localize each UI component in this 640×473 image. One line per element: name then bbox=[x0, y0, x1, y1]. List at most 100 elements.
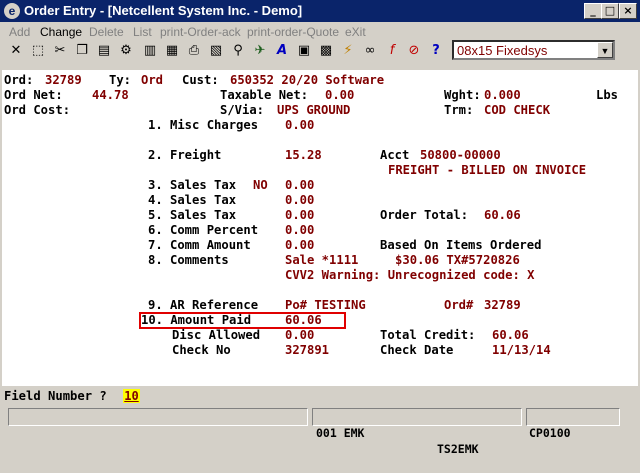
select-icon[interactable]: ⬚ bbox=[28, 41, 48, 61]
menu-delete[interactable]: Delete bbox=[89, 25, 124, 39]
order-entry-window: e Order Entry - [Netcellent System Inc. … bbox=[0, 0, 640, 456]
paste-icon[interactable]: ▤ bbox=[94, 41, 114, 61]
freight-label: 2. Freight bbox=[148, 148, 222, 162]
ar-reference-value[interactable]: Po# TESTING bbox=[285, 298, 366, 312]
sales-tax-5-value[interactable]: 0.00 bbox=[285, 208, 314, 222]
comments-label: 8. Comments bbox=[148, 253, 229, 267]
chevron-down-icon[interactable]: ▼ bbox=[597, 42, 613, 58]
ord-label: Ord: bbox=[4, 73, 34, 87]
acct-value: 50800-00000 bbox=[420, 148, 501, 162]
cust-value: 650352 20/20 Software bbox=[230, 73, 385, 87]
terminal-screen: Ord: 32789 Ty: Ord Cust: 650352 20/20 So… bbox=[2, 70, 638, 386]
misc-charges-value[interactable]: 0.00 bbox=[285, 118, 314, 132]
chart-icon[interactable]: ▧ bbox=[206, 41, 226, 61]
font-icon[interactable]: A bbox=[272, 41, 292, 61]
app-icon: e bbox=[4, 3, 20, 19]
status-code: CP0100 bbox=[526, 408, 620, 440]
comm-percent-label: 6. Comm Percent bbox=[148, 223, 259, 237]
check-no-value[interactable]: 327891 bbox=[285, 343, 329, 357]
status-code-value: CP0100 bbox=[529, 426, 571, 440]
field-number-label: Field Number ? bbox=[4, 389, 107, 403]
run-icon[interactable]: ✈ bbox=[250, 41, 270, 61]
help-icon[interactable]: ? bbox=[426, 41, 446, 61]
ar-ord-label: Ord# bbox=[444, 298, 474, 312]
comments-line-2[interactable]: CVV2 Warning: Unrecognized code: X bbox=[285, 268, 534, 282]
ord-net-value: 44.78 bbox=[92, 88, 129, 102]
ar-ord-value: 32789 bbox=[484, 298, 521, 312]
disc-allowed-value[interactable]: 0.00 bbox=[285, 328, 314, 342]
sales-tax-3-value[interactable]: 0.00 bbox=[285, 178, 314, 192]
cust-label: Cust: bbox=[182, 73, 219, 87]
comments-line-1[interactable]: Sale *1111 $30.06 TX#5720826 bbox=[285, 253, 520, 267]
amount-paid-value[interactable]: 60.06 bbox=[285, 313, 322, 327]
ord-net-label: Ord Net: bbox=[4, 88, 63, 102]
wght-unit: Lbs bbox=[596, 88, 619, 102]
freight-value[interactable]: 15.28 bbox=[285, 148, 322, 162]
status-user-station: 001 EMK TS2EMK bbox=[312, 408, 522, 456]
sales-tax-4-label: 4. Sales Tax bbox=[148, 193, 237, 207]
stop-icon[interactable]: ⊘ bbox=[404, 41, 424, 61]
close-icon[interactable]: ✕ bbox=[6, 41, 26, 61]
menu-print-order-ack[interactable]: print-Order-ack bbox=[160, 25, 241, 39]
minimize-button[interactable]: _ bbox=[584, 3, 602, 19]
sales-tax-5-label: 5. Sales Tax bbox=[148, 208, 237, 222]
font-select-value: 08x15 Fixedsys bbox=[457, 43, 548, 58]
ord-value: 32789 bbox=[45, 73, 82, 87]
comm-amount-note: Based On Items Ordered bbox=[380, 238, 542, 252]
ar-reference-label: 9. AR Reference bbox=[148, 298, 259, 312]
check-no-label: Check No bbox=[172, 343, 231, 357]
menu-add[interactable]: Add bbox=[9, 25, 30, 39]
svia-value: UPS GROUND bbox=[277, 103, 351, 117]
cards-icon[interactable]: ▦ bbox=[162, 41, 182, 61]
close-button[interactable]: × bbox=[619, 3, 637, 19]
field-number-input[interactable]: 10 bbox=[123, 389, 140, 403]
order-total-label: Order Total: bbox=[380, 208, 469, 222]
wght-label: Wght: bbox=[444, 88, 481, 102]
comm-amount-value[interactable]: 0.00 bbox=[285, 238, 314, 252]
status-bar: 001 EMK TS2EMK CP0100 bbox=[0, 406, 640, 456]
flash-icon[interactable]: ⚡ bbox=[338, 41, 358, 61]
taxable-net-value: 0.00 bbox=[325, 88, 355, 102]
cut-icon[interactable]: ✂ bbox=[50, 41, 70, 61]
menu-exit[interactable]: eXit bbox=[345, 25, 366, 39]
taxable-net-label: Taxable Net: bbox=[220, 88, 309, 102]
menu-change[interactable]: Change bbox=[40, 25, 82, 39]
total-credit-value: 60.06 bbox=[492, 328, 529, 342]
status-user: 001 EMK bbox=[316, 426, 365, 440]
misc-charges-label: 1. Misc Charges bbox=[148, 118, 259, 132]
disc-allowed-label: Disc Allowed bbox=[172, 328, 261, 342]
menu-print-order-quote[interactable]: print-order-Quote bbox=[247, 25, 339, 39]
link-icon[interactable]: ∞ bbox=[360, 41, 380, 61]
sales-tax-3-label: 3. Sales Tax bbox=[148, 178, 237, 192]
sales-tax-4-value[interactable]: 0.00 bbox=[285, 193, 314, 207]
printer-icon[interactable]: ⎙ bbox=[184, 41, 204, 61]
amount-paid-label: 10. Amount Paid bbox=[141, 313, 252, 327]
sales-tax-3-flag: NO bbox=[253, 178, 268, 192]
ord-cost-label: Ord Cost: bbox=[4, 103, 71, 117]
find-icon[interactable]: ▣ bbox=[294, 41, 314, 61]
check-date-value[interactable]: 11/13/14 bbox=[492, 343, 551, 357]
field-number-prompt: Field Number ? 10 bbox=[0, 386, 640, 406]
function-icon[interactable]: f bbox=[382, 41, 402, 61]
font-select[interactable]: 08x15 Fixedsys ▼ bbox=[452, 40, 615, 60]
menu-list[interactable]: List bbox=[133, 25, 152, 39]
total-credit-label: Total Credit: bbox=[380, 328, 476, 342]
settings-icon[interactable]: ⚙ bbox=[116, 41, 136, 61]
menu-bar: Add Change Delete List print-Order-ack p… bbox=[0, 22, 640, 40]
copy-icon[interactable]: ❐ bbox=[72, 41, 92, 61]
acct-label: Acct bbox=[380, 148, 410, 162]
calculator-icon[interactable]: ▩ bbox=[316, 41, 336, 61]
svia-label: S/Via: bbox=[220, 103, 265, 117]
trm-label: Trm: bbox=[444, 103, 474, 117]
note-icon[interactable]: ▥ bbox=[140, 41, 160, 61]
wght-value: 0.000 bbox=[484, 88, 521, 102]
comm-percent-value[interactable]: 0.00 bbox=[285, 223, 314, 237]
maximize-button[interactable]: □ bbox=[601, 3, 619, 19]
window-title: Order Entry - [Netcellent System Inc. - … bbox=[24, 3, 303, 18]
freight-note: FREIGHT - BILLED ON INVOICE bbox=[388, 163, 587, 177]
search-icon[interactable]: ⚲ bbox=[228, 41, 248, 61]
status-message bbox=[8, 408, 308, 426]
ty-value: Ord bbox=[141, 73, 164, 87]
ty-label: Ty: bbox=[109, 73, 132, 87]
check-date-label: Check Date bbox=[380, 343, 454, 357]
